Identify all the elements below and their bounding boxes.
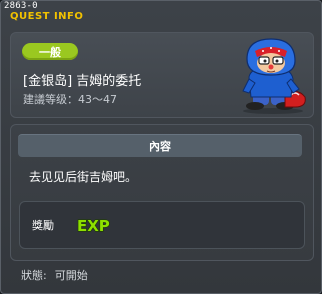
exp-icon: EXP xyxy=(76,216,110,234)
reward-label: 獎勵 xyxy=(32,219,54,232)
status-label: 狀態: xyxy=(21,269,47,282)
content-header: 內容 xyxy=(18,134,302,157)
status-line: 狀態: 可開始 xyxy=(21,267,96,283)
quest-summary-card: 一般 [金银岛] 吉姆的委托 建議等级：43～47 xyxy=(10,32,314,118)
quest-info-window: 2863-0 QUEST INFO 一般 [金银岛] 吉姆的委托 建議等级：43… xyxy=(0,0,322,294)
status-value: 可開始 xyxy=(54,269,88,282)
content-panel: 內容 去见见后街吉姆吧。 獎勵 EXP xyxy=(10,124,314,261)
npc-portrait-icon xyxy=(242,38,306,114)
title-bar[interactable]: 2863-0 QUEST INFO xyxy=(1,1,321,25)
quest-name: [金银岛] 吉姆的委托 xyxy=(23,74,142,89)
reward-box: 獎勵 EXP xyxy=(19,201,305,249)
quest-id: 2863-0 xyxy=(4,1,38,11)
category-badge: 一般 xyxy=(22,43,78,60)
svg-text:EXP: EXP xyxy=(77,217,110,234)
quest-level-range: 建議等级：43～47 xyxy=(23,93,117,106)
window-title: QUEST INFO xyxy=(10,11,84,22)
quest-description: 去见见后街吉姆吧。 xyxy=(29,170,138,184)
